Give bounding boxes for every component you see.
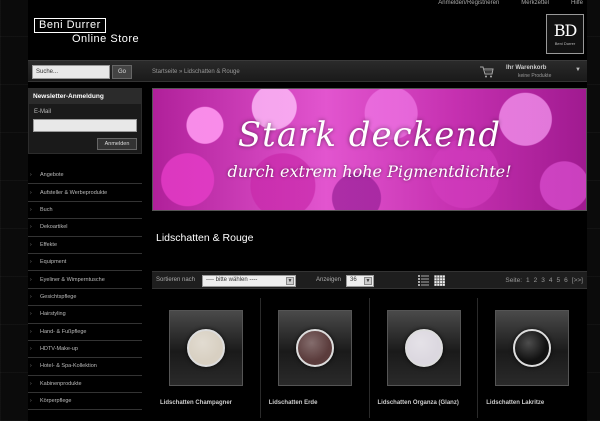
category-item[interactable]: › Kabinenprodukte [28, 376, 142, 394]
grid-view-icon[interactable] [434, 275, 445, 286]
store-logo[interactable]: Beni Durrer Online Store [34, 15, 166, 45]
category-item[interactable]: › Hairstyling [28, 306, 142, 324]
category-item[interactable]: › Gesichtspflege [28, 289, 142, 307]
arrow-right-icon: › [30, 380, 32, 387]
search-go-button[interactable]: Go [112, 65, 132, 79]
search-input[interactable]: Suche... [32, 65, 110, 79]
top-link-login[interactable]: Anmelden/Registrieren [438, 0, 499, 6]
category-item[interactable]: › Equipment [28, 254, 142, 272]
product-image[interactable] [495, 310, 570, 386]
brand-monogram: BD [553, 20, 578, 40]
category-item[interactable]: › Aufsteller & Werbeprodukte [28, 184, 142, 202]
banner-headline: Stark deckend [237, 115, 502, 155]
store-page: Anmelden/Registrieren Merkzettel Hilfe B… [28, 0, 587, 421]
product-name[interactable]: Lidschatten Erde [269, 399, 365, 407]
sort-select[interactable]: ---- bitte wählen ---- ▼ [202, 275, 296, 287]
arrow-right-icon: › [30, 328, 32, 335]
logo-brand: Beni Durrer [34, 18, 106, 33]
eyeshadow-pan [295, 329, 334, 367]
page-link[interactable]: 5 [557, 277, 561, 284]
top-link-help[interactable]: Hilfe [571, 0, 583, 6]
page-label: Seite: [505, 277, 523, 284]
sort-label: Sortieren nach [156, 277, 196, 283]
chevron-down-icon: ▼ [364, 277, 372, 285]
category-item[interactable]: › Effekte [28, 237, 142, 254]
chevron-down-icon[interactable]: ▼ [575, 67, 581, 73]
brand-badge-text: Beni Durrer [554, 40, 576, 46]
newsletter-submit-button[interactable]: Anmelden [97, 138, 137, 150]
main-content: Stark deckend durch extrem hohe Pigmentd… [152, 88, 587, 418]
newsletter-email-field[interactable] [33, 119, 137, 132]
product-name[interactable]: Lidschatten Lakritze [486, 399, 582, 407]
page-link[interactable]: 4 [549, 277, 553, 284]
product-card[interactable]: Lidschatten Champagner [152, 298, 261, 418]
page-link[interactable]: 2 [534, 277, 538, 284]
category-item[interactable]: › Eyeliner & Wimperntusche [28, 271, 142, 289]
banner-subline: durch extrem hohe Pigmentdichte! [227, 162, 512, 181]
product-grid: Lidschatten Champagner Lidschatten Erde … [152, 298, 587, 418]
product-card[interactable]: Lidschatten Lakritze [478, 298, 587, 418]
arrow-right-icon: › [30, 259, 32, 266]
arrow-right-icon: › [30, 189, 32, 196]
category-item[interactable]: › Dekoartikel [28, 219, 142, 237]
arrow-right-icon: › [30, 241, 32, 248]
product-name[interactable]: Lidschatten Organza (Glanz) [378, 399, 474, 407]
nav-bar: Suche... Go Startseite » Lidschatten & R… [28, 60, 587, 82]
shopping-cart-icon[interactable] [480, 66, 494, 78]
category-item[interactable]: › Angebote [28, 167, 142, 185]
page-link[interactable]: 3 [541, 277, 545, 284]
top-link-wishlist[interactable]: Merkzettel [521, 0, 549, 6]
page-title: Lidschatten & Rouge [156, 232, 254, 244]
per-page-select[interactable]: 36 ▼ [346, 275, 374, 287]
arrow-right-icon: › [30, 311, 32, 318]
arrow-right-icon: › [30, 172, 32, 179]
product-image[interactable] [169, 310, 243, 386]
brand-badge[interactable]: BD Beni Durrer [546, 14, 584, 54]
arrow-right-icon: › [30, 224, 32, 231]
top-links: Anmelden/Registrieren Merkzettel Hilfe [438, 0, 587, 6]
category-item[interactable]: › Körperpflege [28, 393, 142, 411]
product-image[interactable] [277, 310, 352, 386]
eyeshadow-pan [404, 329, 443, 367]
page-link[interactable]: 6 [564, 277, 568, 284]
category-list: › Angebote › Aufsteller & Werbeprodukte › B… [28, 167, 142, 411]
product-card[interactable]: Lidschatten Organza (Glanz) [370, 298, 479, 418]
arrow-right-icon: › [30, 276, 32, 283]
arrow-right-icon: › [30, 398, 32, 405]
category-item[interactable]: › Hotel- & Spa-Kollektion [28, 358, 142, 376]
chevron-down-icon: ▼ [286, 277, 294, 285]
arrow-right-icon: › [30, 206, 32, 213]
sidebar: Newsletter-Anmeldung E-Mail Anmelden › An… [28, 88, 142, 421]
product-card[interactable]: Lidschatten Erde [261, 298, 370, 418]
arrow-right-icon: › [30, 363, 32, 370]
product-name[interactable]: Lidschatten Champagner [160, 399, 256, 407]
email-label: E-Mail [34, 109, 52, 115]
category-item[interactable]: › HDTV-Make-up [28, 341, 142, 359]
pagination: Seite: 1 2 3 4 5 6 [>>] [505, 277, 583, 284]
category-item[interactable]: › Hand- & Fußpflege [28, 324, 142, 341]
list-view-icon[interactable] [418, 275, 429, 286]
newsletter-box: Newsletter-Anmeldung E-Mail Anmelden [28, 88, 142, 154]
page-next-link[interactable]: [>>] [572, 277, 583, 284]
logo-subtitle: Online Store [72, 33, 140, 45]
sort-toolbar: Sortieren nach ---- bitte wählen ---- ▼ … [152, 271, 587, 289]
product-image[interactable] [386, 310, 461, 386]
breadcrumb[interactable]: Startseite » Lidschatten & Rouge [152, 69, 240, 75]
category-item[interactable]: › Buch [28, 202, 142, 220]
eyeshadow-pan [187, 329, 225, 367]
page-link[interactable]: 1 [526, 277, 530, 284]
newsletter-title: Newsletter-Anmeldung [29, 89, 141, 104]
cart-title[interactable]: Ihr Warenkorb [506, 65, 546, 71]
show-label: Anzeigen [316, 277, 342, 283]
arrow-right-icon: › [30, 346, 32, 353]
arrow-right-icon: › [30, 293, 32, 300]
promo-banner[interactable]: Stark deckend durch extrem hohe Pigmentd… [152, 88, 587, 211]
eyeshadow-pan [513, 329, 552, 367]
cart-status: keine Produkte [518, 73, 552, 79]
